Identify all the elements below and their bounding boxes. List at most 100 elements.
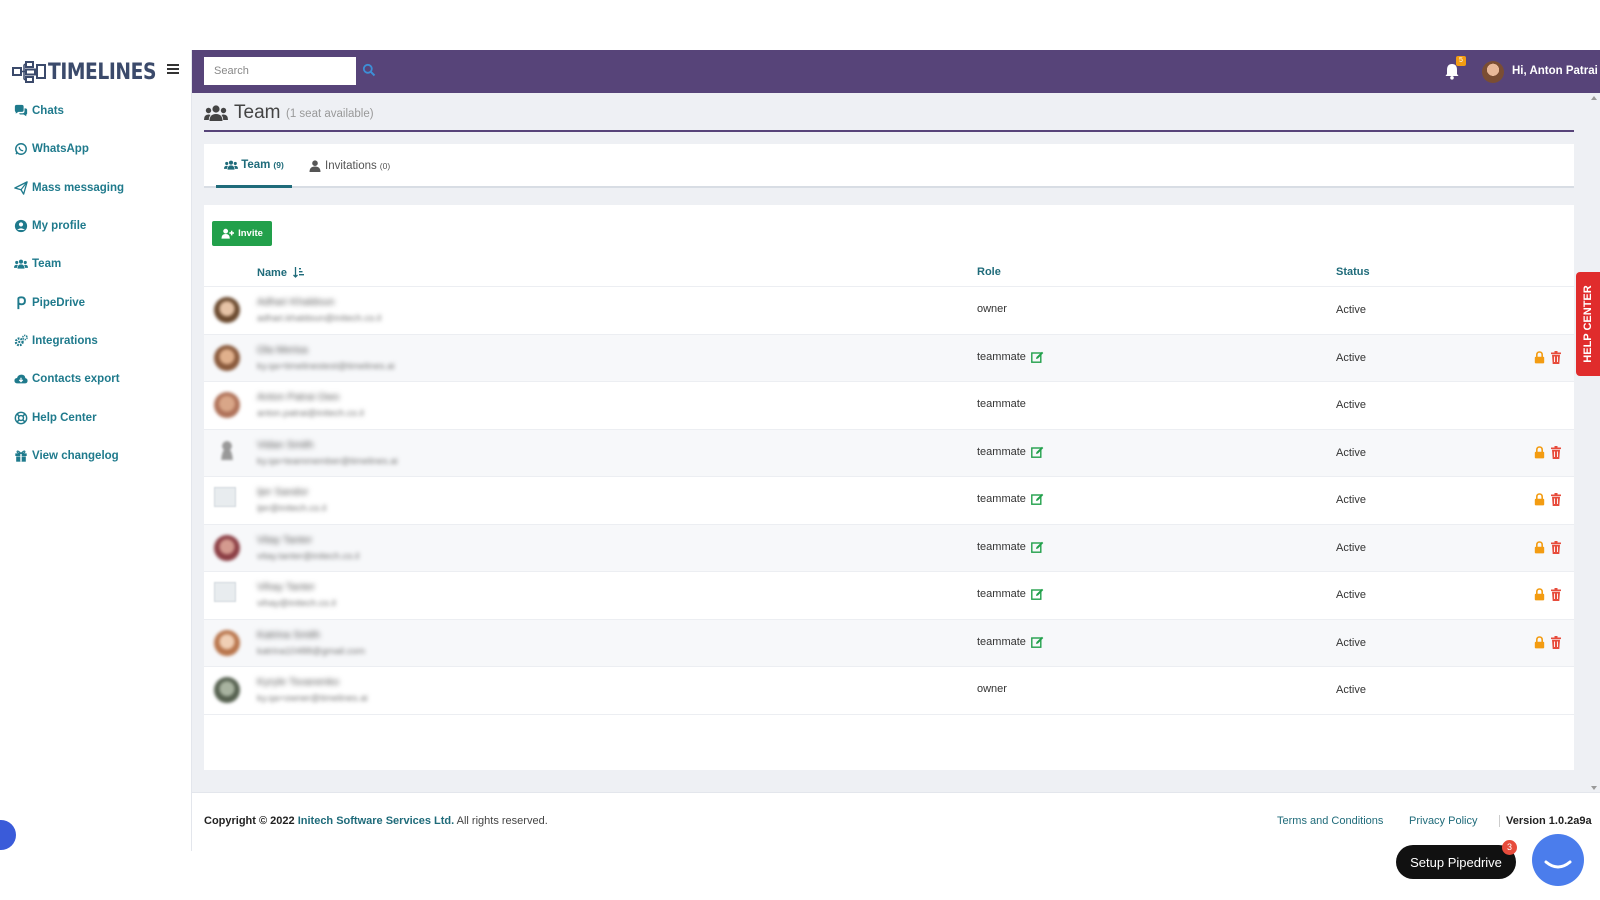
trash-icon[interactable] <box>1551 445 1561 459</box>
sidebar-item-label: Mass messaging <box>32 181 125 194</box>
scroll-down-arrow-icon[interactable] <box>1591 786 1597 790</box>
trash-icon[interactable] <box>1551 350 1561 364</box>
edit-role-icon[interactable] <box>1031 446 1044 458</box>
cogs-icon <box>14 334 28 347</box>
member-status: Active <box>1336 541 1366 554</box>
member-status: Active <box>1336 589 1366 601</box>
sidebar-item-integrations[interactable]: Integrations <box>0 322 192 360</box>
member-name: Ijer Sandor <box>257 486 309 498</box>
setup-pipedrive-label: Setup Pipedrive <box>1410 854 1502 870</box>
lock-icon[interactable] <box>1534 635 1545 649</box>
sort-ascending-icon[interactable] <box>293 266 305 278</box>
trash-icon[interactable] <box>1551 588 1561 601</box>
brand-name: TIMELINES <box>48 59 157 85</box>
member-role: teammate <box>977 635 1026 648</box>
member-avatar <box>214 534 240 561</box>
sidebar-item-mass-messaging[interactable]: Mass messaging <box>0 169 192 207</box>
scroll-up-arrow-icon[interactable] <box>1591 96 1597 100</box>
member-role: teammate <box>977 493 1026 505</box>
table-row: Anton Patrai Owo anton.patrai@initech.co… <box>204 382 1574 430</box>
member-role: teammate <box>977 350 1026 363</box>
table-row: Adhari Khaldoun adhari.khaldoun@initech.… <box>204 287 1574 335</box>
trash-icon[interactable] <box>1551 635 1561 649</box>
column-header-role: Role <box>977 266 1001 278</box>
member-role: owner <box>977 683 1007 695</box>
user-greeting[interactable]: Hi, Anton Patrai <box>1512 65 1598 77</box>
privacy-link[interactable]: Privacy Policy <box>1409 815 1477 827</box>
member-name: Vihay Tanter <box>257 581 315 593</box>
user-circle-icon <box>14 219 28 233</box>
member-status: Active <box>1336 684 1366 696</box>
team-table-body: Adhari Khaldoun adhari.khaldoun@initech.… <box>204 287 1574 715</box>
company-link[interactable]: Initech Software Services Ltd. <box>298 815 455 827</box>
invite-button-label: Invite <box>238 228 263 239</box>
hamburger-menu-icon[interactable] <box>166 62 180 80</box>
table-row: Vitay Tanter vitay.tanter@initech.co.il … <box>204 524 1574 572</box>
app-root: TIMELINES Chats WhatsApp Mass messaging … <box>0 50 1600 886</box>
member-role: owner <box>977 303 1007 315</box>
page-scrollbar[interactable] <box>1588 93 1600 793</box>
sidebar-item-view-changelog[interactable]: View changelog <box>0 437 192 475</box>
tab-team[interactable]: Team (9) <box>216 144 292 188</box>
timelines-logo-icon <box>12 61 46 83</box>
whatsapp-icon <box>15 143 27 156</box>
edit-role-icon[interactable] <box>1031 588 1044 600</box>
chat-launcher-button[interactable] <box>1532 834 1584 886</box>
member-role: teammate <box>977 588 1026 600</box>
member-avatar <box>214 392 240 418</box>
member-avatar <box>214 297 240 323</box>
copyright-prefix: Copyright © 2022 <box>204 815 295 827</box>
member-email: vihay@initech.co.il <box>257 598 336 609</box>
invite-button[interactable]: Invite <box>212 221 272 246</box>
edit-role-icon[interactable] <box>1031 493 1044 505</box>
member-email: anton.patrai@initech.co.il <box>257 408 364 419</box>
lock-icon[interactable] <box>1534 493 1545 506</box>
column-header-name[interactable]: Name <box>257 266 305 279</box>
search-input[interactable] <box>204 57 356 85</box>
notification-count-badge: 5 <box>1456 56 1466 66</box>
terms-link[interactable]: Terms and Conditions <box>1277 815 1383 827</box>
tabs-bar: Team (9) Invitations (0) <box>204 144 1574 188</box>
member-name: Vitay Tanter <box>257 533 313 546</box>
sidebar-item-label: Integrations <box>32 334 98 347</box>
member-avatar <box>214 344 240 371</box>
sidebar-item-label: WhatsApp <box>32 143 89 156</box>
cloud-download-icon <box>14 374 28 384</box>
trash-icon[interactable] <box>1551 540 1561 554</box>
tab-invitations[interactable]: Invitations (0) <box>308 144 390 188</box>
tab-count: (9) <box>273 159 284 170</box>
accessibility-widget-button[interactable] <box>0 820 16 850</box>
member-email: ky.qa+timelinestest@timelines.ai <box>257 360 395 372</box>
edit-role-icon[interactable] <box>1031 351 1044 363</box>
brand-logo[interactable]: TIMELINES <box>12 58 175 86</box>
sidebar-item-contacts-export[interactable]: Contacts export <box>0 360 192 398</box>
lock-icon[interactable] <box>1534 350 1545 364</box>
sidebar-item-my-profile[interactable]: My profile <box>0 207 192 245</box>
member-role: teammate <box>977 398 1026 410</box>
sidebar-item-label: PipeDrive <box>32 296 86 309</box>
member-avatar <box>214 677 240 703</box>
lock-icon[interactable] <box>1534 540 1545 554</box>
table-header: Name Role Status <box>204 257 1574 287</box>
pipedrive-icon <box>17 295 26 309</box>
gift-icon <box>15 450 27 462</box>
edit-role-icon[interactable] <box>1031 541 1044 553</box>
trash-icon[interactable] <box>1551 493 1561 506</box>
setup-pipedrive-button[interactable]: Setup Pipedrive <box>1396 845 1516 879</box>
member-status: Active <box>1336 494 1366 506</box>
sidebar-item-whatsapp[interactable]: WhatsApp <box>0 130 192 168</box>
lock-icon[interactable] <box>1534 445 1545 459</box>
sidebar-item-help-center[interactable]: Help Center <box>0 398 192 436</box>
edit-role-icon[interactable] <box>1031 636 1044 648</box>
member-status: Active <box>1336 399 1366 411</box>
search-icon[interactable] <box>362 63 376 77</box>
member-role: teammate <box>977 540 1026 553</box>
member-status: Active <box>1336 636 1366 649</box>
sidebar-item-chats[interactable]: Chats <box>0 92 192 130</box>
sidebar-item-pipedrive[interactable]: PipeDrive <box>0 283 192 321</box>
sidebar-item-label: Contacts export <box>32 373 120 386</box>
lock-icon[interactable] <box>1534 588 1545 601</box>
user-avatar[interactable] <box>1482 61 1504 83</box>
member-avatar <box>218 439 236 460</box>
sidebar-item-team[interactable]: Team <box>0 245 192 283</box>
